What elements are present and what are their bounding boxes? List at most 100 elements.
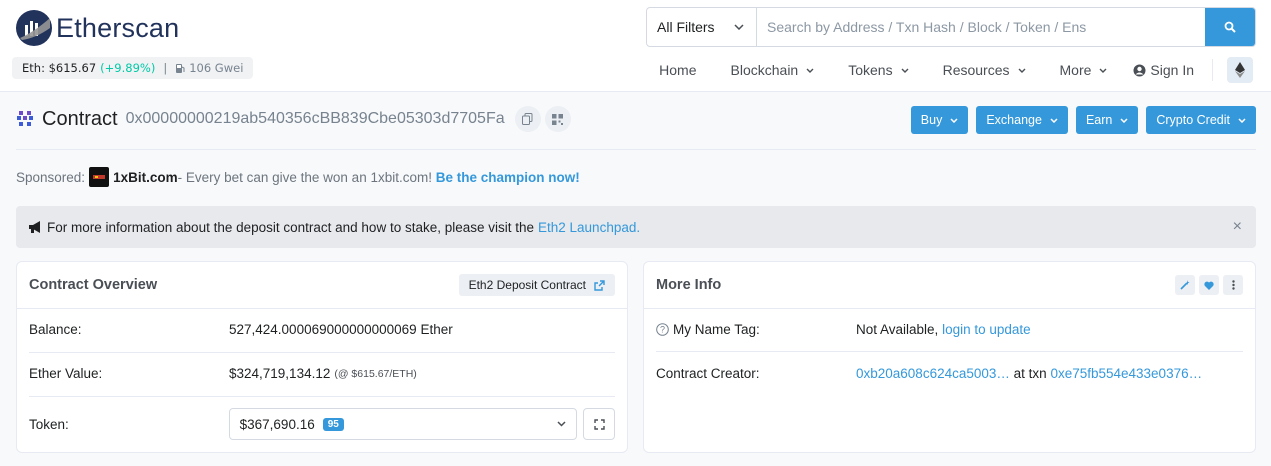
nav-home[interactable]: Home bbox=[659, 62, 696, 78]
nav-resources[interactable]: Resources bbox=[943, 62, 1026, 78]
crypto-credit-button[interactable]: Crypto Credit bbox=[1146, 106, 1256, 134]
gas-indicator[interactable]: 106 Gwei bbox=[175, 61, 243, 75]
chevron-down-icon bbox=[734, 24, 744, 30]
search-filter-label: All Filters bbox=[657, 19, 715, 35]
page-title: Contract 0x00000000219ab540356cBB839Cbe0… bbox=[16, 104, 571, 134]
creator-address-link[interactable]: 0xb20a608c624ca5003… bbox=[856, 366, 1010, 381]
copy-icon bbox=[522, 113, 533, 125]
external-link-icon bbox=[594, 279, 605, 291]
nav-signin[interactable]: Sign In bbox=[1133, 62, 1194, 78]
tag-label: Eth2 Deposit Contract bbox=[468, 278, 586, 292]
gas-value: 106 Gwei bbox=[189, 61, 244, 75]
eth-price-change: (+9.89%) bbox=[100, 61, 156, 75]
token-holdings-select[interactable]: $367,690.16 95 bbox=[228, 408, 578, 440]
svg-text:?: ? bbox=[660, 325, 665, 335]
balance-row: Balance: 527,424.000069000000000069 Ethe… bbox=[29, 322, 615, 337]
sponsored-banner: Sponsored: 1xBit.com - Every bet can giv… bbox=[16, 167, 580, 187]
more-info-title: More Info bbox=[656, 277, 722, 293]
login-to-update-link[interactable]: login to update bbox=[942, 322, 1031, 337]
nav-signin-label: Sign In bbox=[1150, 62, 1194, 78]
sponsor-text: - Every bet can give the won an 1xbit.co… bbox=[177, 169, 432, 185]
contract-identicon bbox=[17, 111, 33, 126]
nav-blockchain[interactable]: Blockchain bbox=[731, 62, 815, 78]
edit-tag-button[interactable] bbox=[1175, 275, 1195, 295]
search-button[interactable] bbox=[1205, 8, 1255, 46]
chevron-down-icon bbox=[1120, 117, 1128, 123]
favorite-button[interactable] bbox=[1199, 275, 1219, 295]
nav-tokens-label: Tokens bbox=[848, 62, 893, 78]
nav-resources-label: Resources bbox=[942, 62, 1010, 78]
earn-button[interactable]: Earn bbox=[1075, 106, 1139, 134]
contract-overview-card: Contract Overview Eth2 Deposit Contract … bbox=[16, 261, 628, 453]
gas-pump-icon bbox=[176, 63, 185, 73]
nav-tokens[interactable]: Tokens bbox=[848, 62, 909, 78]
nav-more[interactable]: More bbox=[1060, 62, 1108, 78]
exchange-button[interactable]: Exchange bbox=[976, 106, 1068, 134]
chevron-down-icon bbox=[1238, 117, 1246, 123]
chevron-down-icon bbox=[901, 68, 909, 73]
chevron-down-icon bbox=[1099, 68, 1107, 73]
buy-button-label: Buy bbox=[920, 113, 943, 127]
token-expand-button[interactable] bbox=[583, 408, 615, 440]
eth2-deposit-contract-tag[interactable]: Eth2 Deposit Contract bbox=[458, 274, 615, 296]
token-row: Token: $367,690.16 95 bbox=[29, 408, 615, 440]
user-circle-icon bbox=[1133, 64, 1146, 76]
title-actions: Buy Exchange Earn Crypto Credit bbox=[910, 106, 1256, 134]
balance-label: Balance: bbox=[29, 322, 82, 337]
name-tag-label: My Name Tag: bbox=[673, 322, 760, 337]
exchange-button-label: Exchange bbox=[986, 113, 1042, 127]
search-input[interactable] bbox=[757, 8, 1205, 46]
more-info-actions bbox=[1175, 275, 1243, 295]
price-separator: | bbox=[163, 61, 168, 75]
buy-button[interactable]: Buy bbox=[910, 106, 969, 134]
sponsor-name[interactable]: 1xBit.com bbox=[113, 170, 178, 185]
alert-close-button[interactable]: × bbox=[1233, 218, 1242, 236]
search-icon bbox=[1224, 21, 1236, 33]
kebab-menu-icon bbox=[1231, 280, 1235, 290]
nav-more-label: More bbox=[1059, 62, 1092, 78]
megaphone-icon bbox=[29, 220, 40, 233]
brand-name: Etherscan bbox=[56, 12, 180, 43]
qr-code-icon bbox=[552, 113, 564, 125]
eth-price-value[interactable]: $615.67 bbox=[49, 61, 97, 75]
eth-price-pill: Eth: $615.67 (+9.89%) | 106 Gwei bbox=[12, 57, 254, 79]
ethereum-icon bbox=[1235, 62, 1245, 78]
sponsor-logo[interactable] bbox=[89, 167, 110, 187]
contract-creator-label: Contract Creator: bbox=[656, 366, 760, 381]
row-divider bbox=[656, 351, 1243, 352]
contract-address[interactable]: 0x00000000219ab540356cBB839Cbe05303d7705… bbox=[126, 110, 505, 128]
ether-value: $324,719,134.12 bbox=[229, 366, 331, 381]
chevron-down-icon bbox=[1050, 117, 1058, 123]
token-count-badge: 95 bbox=[322, 417, 344, 431]
alert-text: For more information about the deposit c… bbox=[47, 219, 535, 235]
copy-address-button[interactable] bbox=[514, 106, 541, 132]
more-info-card: More Info ? My Name Tag: Not Available, … bbox=[643, 261, 1256, 453]
eth-price-label: Eth: bbox=[22, 61, 45, 75]
deposit-contract-alert: For more information about the deposit c… bbox=[16, 206, 1256, 248]
earn-button-label: Earn bbox=[1085, 113, 1113, 127]
nav-blockchain-label: Blockchain bbox=[730, 62, 799, 78]
contract-overview-header: Contract Overview Eth2 Deposit Contract bbox=[17, 262, 627, 309]
etherscan-logo-icon bbox=[16, 10, 52, 46]
main-nav: Home Blockchain Tokens Resources More Si… bbox=[625, 57, 1253, 83]
balance-value: 527,424.000069000000000069 Ether bbox=[229, 322, 453, 337]
eth2-launchpad-link[interactable]: Eth2 Launchpad. bbox=[538, 220, 640, 235]
qr-code-button[interactable] bbox=[544, 106, 571, 132]
ether-value-label: Ether Value: bbox=[29, 366, 103, 381]
question-circle-icon[interactable]: ? bbox=[656, 323, 669, 336]
sponsor-prefix: Sponsored: bbox=[16, 169, 86, 185]
more-options-button[interactable] bbox=[1223, 275, 1243, 295]
search-filter-select[interactable]: All Filters bbox=[647, 8, 757, 46]
network-switch-button[interactable] bbox=[1227, 57, 1253, 83]
token-value: $367,690.16 bbox=[239, 416, 315, 432]
row-divider bbox=[29, 396, 615, 397]
etherscan-logo[interactable]: Etherscan bbox=[16, 10, 179, 46]
ether-value-rate: (@ $615.67/ETH) bbox=[334, 367, 417, 380]
sponsor-cta-link[interactable]: Be the champion now! bbox=[436, 170, 580, 185]
creator-txn-link[interactable]: 0xe75fb554e433e0376… bbox=[1050, 366, 1202, 381]
token-label: Token: bbox=[29, 416, 69, 432]
page-title-label: Contract bbox=[42, 107, 118, 130]
page-title-bar: Contract 0x00000000219ab540356cBB839Cbe0… bbox=[16, 104, 1256, 150]
crypto-credit-button-label: Crypto Credit bbox=[1156, 113, 1230, 127]
creator-at-txn: at txn bbox=[1013, 366, 1047, 381]
